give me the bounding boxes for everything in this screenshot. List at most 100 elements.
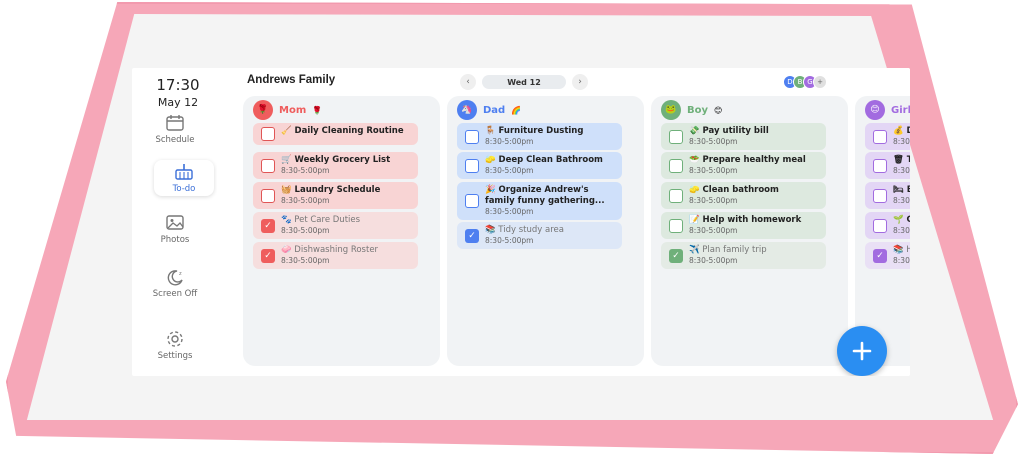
task-time: 8:30-5:00pm xyxy=(485,207,534,216)
member-badge: 🦄 xyxy=(457,100,477,120)
checkbox[interactable] xyxy=(465,129,479,144)
checked-checkbox[interactable]: ✓ xyxy=(669,248,683,263)
nav-todo[interactable]: To-do xyxy=(154,160,214,196)
task-item[interactable]: ✓ ✈️ Plan family trip 8:30-5:00pm xyxy=(661,242,826,269)
task-item[interactable]: 🧽 Deep Clean Bathroom 8:30-5:00pm xyxy=(457,152,622,179)
task-time: 8:30-5:00pm xyxy=(689,196,738,205)
add-task-button[interactable] xyxy=(837,326,887,376)
tablet-screen: 17:30 May 12 Schedule To-do Photos z Scr… xyxy=(132,68,910,376)
task-item[interactable]: 🥗 Prepare healthy meal 8:30-5:00pm xyxy=(661,152,826,179)
task-title: 🛏 Bedding xyxy=(893,185,910,195)
checkbox[interactable] xyxy=(261,158,275,173)
checked-checkbox[interactable]: ✓ xyxy=(873,248,887,263)
nav-settings-label: Settings xyxy=(157,351,193,361)
task-title: 📚 Homew xyxy=(893,245,910,255)
task-item[interactable]: 💰 Do budg 8:30-5:00pm xyxy=(865,123,910,150)
task-item[interactable]: 🎉 Organize Andrew's family funny gatheri… xyxy=(457,182,622,220)
task-item[interactable]: 🗑 Trash & 8:30-5:00pm xyxy=(865,152,910,179)
task-item[interactable]: 🪑 Furniture Dusting 8:30-5:00pm xyxy=(457,123,622,150)
clock-time: 17:30 xyxy=(156,76,200,94)
checkbox[interactable] xyxy=(261,188,275,203)
task-item[interactable]: 📝 Help with homework 8:30-5:00pm xyxy=(661,212,826,239)
member-name: Girl xyxy=(891,104,910,116)
checkbox[interactable] xyxy=(669,129,683,144)
checkbox[interactable] xyxy=(873,158,887,173)
sidebar: 17:30 May 12 Schedule To-do Photos z Scr… xyxy=(132,68,214,376)
nav-settings[interactable]: Settings xyxy=(140,330,210,361)
checked-checkbox[interactable]: ✓ xyxy=(261,218,275,233)
task-item[interactable]: 💸 Pay utility bill 8:30-5:00pm xyxy=(661,123,826,150)
member-emoji: 😊 xyxy=(714,105,723,115)
checkbox[interactable] xyxy=(873,188,887,203)
task-title: 🛒 Weekly Grocery List xyxy=(281,155,391,165)
task-title: 📚 Tidy study area xyxy=(485,225,564,235)
checkbox[interactable] xyxy=(465,158,479,173)
task-title: 💸 Pay utility bill xyxy=(689,126,769,136)
member-emoji: 🌈 xyxy=(511,105,522,115)
nav-screen-off[interactable]: z Screen Off xyxy=(140,268,210,299)
task-time: 8:30-5:00pm xyxy=(893,196,910,205)
checkbox[interactable] xyxy=(873,129,887,144)
task-time: 8:30-5:00pm xyxy=(485,137,534,146)
checked-checkbox[interactable]: ✓ xyxy=(261,248,275,263)
task-time: 8:30-5:00pm xyxy=(281,196,330,205)
task-item[interactable]: 🌱 Garden 8:30-5:00pm xyxy=(865,212,910,239)
task-time: 8:30-5:00pm xyxy=(893,137,910,146)
task-item[interactable]: ✓ 📚 Homew 8:30-5:00pm xyxy=(865,242,910,269)
date-navigator: ‹ Wed 12 › xyxy=(460,74,588,90)
task-item[interactable]: 🧹 Daily Cleaning Routine xyxy=(253,123,418,145)
task-title: 🧽 Deep Clean Bathroom xyxy=(485,155,603,165)
member-name: Dad xyxy=(483,104,506,116)
clock: 17:30 May 12 xyxy=(150,76,206,109)
prev-day-button[interactable]: ‹ xyxy=(460,74,476,90)
column-mom: 🌹 Mom 🌹 🧹 Daily Cleaning Routine 🛒 Weekl… xyxy=(243,96,440,366)
nav-photos[interactable]: Photos xyxy=(140,214,210,245)
column-header: 😊 Girl 😊 xyxy=(865,100,910,120)
next-day-button[interactable]: › xyxy=(572,74,588,90)
task-title: 🗑 Trash & xyxy=(893,155,910,165)
task-item[interactable]: 🛏 Bedding 8:30-5:00pm xyxy=(865,182,910,209)
task-item[interactable]: ✓ 📚 Tidy study area 8:30-5:00pm xyxy=(457,222,622,249)
task-title: 📝 Help with homework xyxy=(689,215,802,225)
task-title: ✈️ Plan family trip xyxy=(689,245,767,255)
checkbox[interactable] xyxy=(669,188,683,203)
moon-icon: z xyxy=(167,270,183,286)
checkbox[interactable] xyxy=(261,127,275,141)
page-title: Andrews Family xyxy=(247,74,336,86)
main-content: Andrews Family ‹ Wed 12 › D B G + 🌹 Mom … xyxy=(217,68,910,376)
task-time: 8:30-5:00pm xyxy=(893,256,910,265)
checkbox[interactable] xyxy=(669,218,683,233)
member-badge: 🌹 xyxy=(253,100,273,120)
nav-schedule[interactable]: Schedule xyxy=(140,114,210,145)
task-item[interactable]: 🧽 Clean bathroom 8:30-5:00pm xyxy=(661,182,826,209)
task-title-line2: family funny gathering... xyxy=(485,196,605,206)
task-title: 🐾 Pet Care Duties xyxy=(281,215,361,225)
task-title: 🧺 Laundry Schedule xyxy=(281,185,381,195)
task-item[interactable]: ✓ 🧼 Dishwashing Roster 8:30-5:00pm xyxy=(253,242,418,269)
checked-checkbox[interactable]: ✓ xyxy=(465,228,479,243)
member-name: Mom xyxy=(279,104,307,116)
task-item[interactable]: ✓ 🐾 Pet Care Duties 8:30-5:00pm xyxy=(253,212,418,239)
member-emoji: 🌹 xyxy=(312,105,323,115)
nav-screen-off-label: Screen Off xyxy=(152,289,198,299)
checkbox[interactable] xyxy=(669,158,683,173)
plus-icon xyxy=(852,341,872,361)
task-title: 🌱 Garden xyxy=(893,215,910,225)
add-member-button[interactable]: + xyxy=(813,75,827,89)
task-time: 8:30-5:00pm xyxy=(281,226,330,235)
column-dad: 🦄 Dad 🌈 🪑 Furniture Dusting 8:30-5:00pm … xyxy=(447,96,644,366)
task-title: 🪑 Furniture Dusting xyxy=(485,126,584,136)
member-badge: 😊 xyxy=(865,100,885,120)
current-date[interactable]: Wed 12 xyxy=(482,75,566,89)
gear-icon xyxy=(167,331,183,347)
checkbox[interactable] xyxy=(873,218,887,233)
task-time: 8:30-5:00pm xyxy=(689,137,738,146)
column-header: 🌹 Mom 🌹 xyxy=(253,100,322,120)
nav-schedule-label: Schedule xyxy=(155,135,195,145)
task-item[interactable]: 🛒 Weekly Grocery List 8:30-5:00pm xyxy=(253,152,418,179)
nav-photos-label: Photos xyxy=(160,235,190,245)
task-item[interactable]: 🧺 Laundry Schedule 8:30-5:00pm xyxy=(253,182,418,209)
checkbox[interactable] xyxy=(465,194,479,208)
member-name: Boy xyxy=(687,104,709,116)
task-time: 8:30-5:00pm xyxy=(281,256,330,265)
